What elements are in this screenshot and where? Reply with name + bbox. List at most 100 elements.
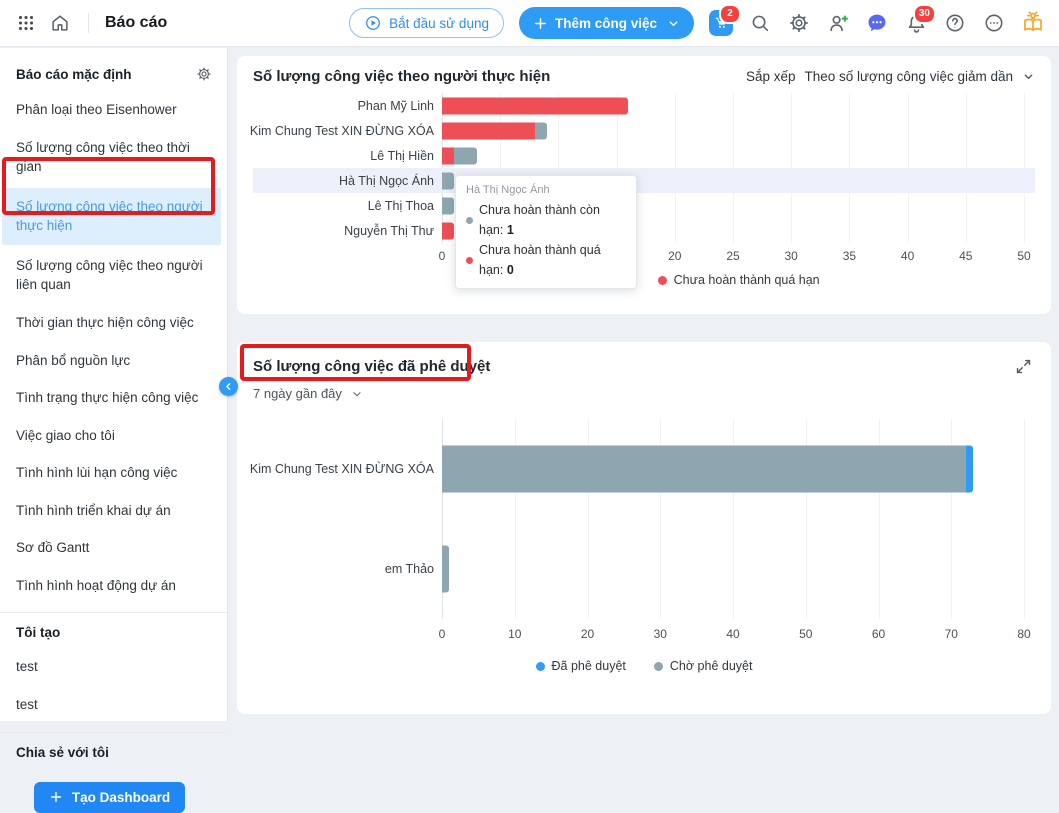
sidebar-item[interactable]: Phân loại theo Eisenhower <box>0 91 227 129</box>
bar-segment-gray[interactable] <box>535 122 547 139</box>
chart-row: Lê Thị Hiền <box>253 143 1035 168</box>
card2-title: Số lượng công việc đã phê duyệt <box>253 357 491 375</box>
date-range-filter[interactable]: 7 ngày gần đây <box>253 386 363 401</box>
bar-segment-blue[interactable] <box>965 445 974 493</box>
topbar-left: Báo cáo <box>14 11 167 35</box>
legend-dot <box>535 661 545 671</box>
approved-chart: Kim Chung Test XIN ĐỪNG XÓA em Thảo 0 10 20… <box>250 419 1035 673</box>
bar-segment-gray[interactable] <box>442 197 454 214</box>
sort-label: Sắp xếp <box>745 69 796 84</box>
tooltip-title: Hà Thị Ngọc Ánh <box>466 184 550 196</box>
sidebar-item[interactable]: Thời gian thực hiện công việc <box>0 304 227 342</box>
legend-item[interactable]: Chưa hoàn thành quá hạn <box>657 273 820 287</box>
sidebar-item[interactable]: Sơ đồ Gantt <box>0 529 227 567</box>
category-label: Phan Mỹ Linh <box>357 98 434 113</box>
sidebar-item[interactable]: test <box>0 686 227 724</box>
chevron-down-icon <box>1024 74 1033 80</box>
x-tick-label: 80 <box>1017 627 1031 641</box>
sidebar-item[interactable]: Việc giao cho tôi <box>0 417 227 455</box>
sidebar-item[interactable]: Tình hình triển khai dự án <box>0 492 227 530</box>
x-tick-label: 60 <box>871 627 886 641</box>
chevron-down-icon <box>669 20 678 26</box>
search-icon[interactable] <box>748 11 772 35</box>
sidebar-item[interactable]: Số lượng công việc theo người thực hiện <box>2 187 221 245</box>
stacked-bar[interactable] <box>442 445 1024 493</box>
legend-item[interactable]: Đã phê duyệt <box>535 659 626 673</box>
apps-grid-icon[interactable] <box>14 11 38 35</box>
sort-control[interactable]: Sắp xếp Theo số lượng công việc giảm dần <box>746 69 1035 84</box>
chart-legend: Đã phê duyệt Chờ phê duyệt <box>253 659 1035 673</box>
stacked-bar[interactable] <box>442 97 1024 114</box>
x-tick-label: 0 <box>438 249 446 263</box>
ideas-icon[interactable] <box>1021 11 1045 35</box>
sidebar-item[interactable]: Tình trạng thực hiện công việc <box>0 379 227 417</box>
marketplace-cart-icon[interactable]: 2 <box>709 4 741 36</box>
chart-plot-area: Phan Mỹ Linh Kim Chung Test XIN ĐỪNG XÓA L… <box>250 93 1035 243</box>
category-label: Lê Thị Thoa <box>367 198 434 213</box>
home-icon[interactable] <box>48 11 72 35</box>
chart-row: Phan Mỹ Linh <box>253 93 1035 118</box>
sidebar-section-mine: Tôi tạo <box>0 613 227 648</box>
add-task-button[interactable]: Thêm công việc <box>518 7 694 39</box>
ideas-glyph <box>1024 11 1042 31</box>
stacked-bar[interactable] <box>442 545 1024 593</box>
chevron-left-icon <box>226 383 231 390</box>
topbar: Báo cáo Bắt đầu sử dụng Thêm công việc 2… <box>0 0 1059 47</box>
bar-segment-gray[interactable] <box>442 445 966 493</box>
x-tick-label: 20 <box>580 627 595 641</box>
bar-segment-gray[interactable] <box>442 172 454 189</box>
bar-segment-red[interactable] <box>442 147 454 164</box>
more-glyph <box>985 14 1003 32</box>
settings-gear-icon[interactable] <box>787 11 811 35</box>
legend-label: Chưa hoàn thành quá hạn <box>673 273 820 287</box>
legend-item[interactable]: Chờ phê duyệt <box>653 659 752 673</box>
x-tick-label: 20 <box>668 249 682 263</box>
start-using-button[interactable]: Bắt đầu sử dụng <box>349 8 504 38</box>
tooltip-text: Chưa hoàn thành còn hạn: 1 <box>479 203 600 237</box>
expand-icon[interactable] <box>1011 354 1035 378</box>
sidebar-item[interactable]: Số lượng công việc theo người liên quan <box>0 247 227 304</box>
row-plot <box>442 93 1024 118</box>
legend-dot <box>653 661 663 671</box>
create-dashboard-button[interactable]: Tạo Dashboard <box>34 781 185 813</box>
sidebar-item[interactable]: Tình hình hoạt động dự án <box>0 567 227 605</box>
sidebar-section-shared-label: Chia sẻ với tôi <box>16 744 109 760</box>
chart-rows: Phan Mỹ Linh Kim Chung Test XIN ĐỪNG XÓA L… <box>250 93 1035 243</box>
app: Báo cáo Bắt đầu sử dụng Thêm công việc 2… <box>0 0 1059 813</box>
add-user-icon[interactable] <box>826 11 850 35</box>
play-icon <box>366 16 381 30</box>
stacked-bar[interactable] <box>442 122 1024 139</box>
row-plot <box>442 118 1024 143</box>
x-axis-ticks: 0 10 20 30 40 50 60 70 80 <box>439 625 1031 645</box>
gear-glyph <box>790 14 808 32</box>
sidebar-collapse-button[interactable] <box>219 377 238 396</box>
add-user-glyph <box>829 14 848 31</box>
x-tick-label: 10 <box>508 627 522 641</box>
sidebar-item[interactable]: test <box>0 648 227 686</box>
category-label: Lê Thị Hiền <box>370 148 434 163</box>
main-content: Số lượng công việc theo người thực hiện … <box>229 48 1059 721</box>
sidebar-gear-icon[interactable] <box>195 65 213 83</box>
add-task-label: Thêm công việc <box>554 15 657 31</box>
tooltip-row: Chưa hoàn thành còn hạn: 1 <box>466 200 626 240</box>
bar-segment-gray[interactable] <box>442 545 450 593</box>
category-label: em Thảo <box>384 562 434 576</box>
bar-segment-red[interactable] <box>442 97 629 114</box>
row-plot <box>442 419 1024 519</box>
more-options-icon[interactable] <box>982 11 1006 35</box>
sidebar-item[interactable]: Tình hình lùi hạn công việc <box>0 454 227 492</box>
row-plot <box>442 143 1024 168</box>
sidebar-item[interactable]: Số lượng công việc theo thời gian <box>0 129 227 186</box>
sort-value: Theo số lượng công việc giảm dần <box>804 69 1013 84</box>
bar-segment-red[interactable] <box>442 122 536 139</box>
chart-row: Hà Thị Ngọc Ánh <box>253 168 1035 193</box>
stacked-bar[interactable] <box>442 147 1024 164</box>
chat-icon[interactable] <box>865 11 889 35</box>
sidebar-item[interactable]: Phân bổ nguồn lực <box>0 342 227 380</box>
x-tick-label: 25 <box>726 249 740 263</box>
notifications-bell-icon[interactable]: 30 <box>904 4 936 35</box>
bar-segment-red[interactable] <box>442 222 454 239</box>
help-icon[interactable] <box>943 11 967 35</box>
bar-segment-gray[interactable] <box>453 147 477 164</box>
x-tick-label: 35 <box>842 249 857 263</box>
